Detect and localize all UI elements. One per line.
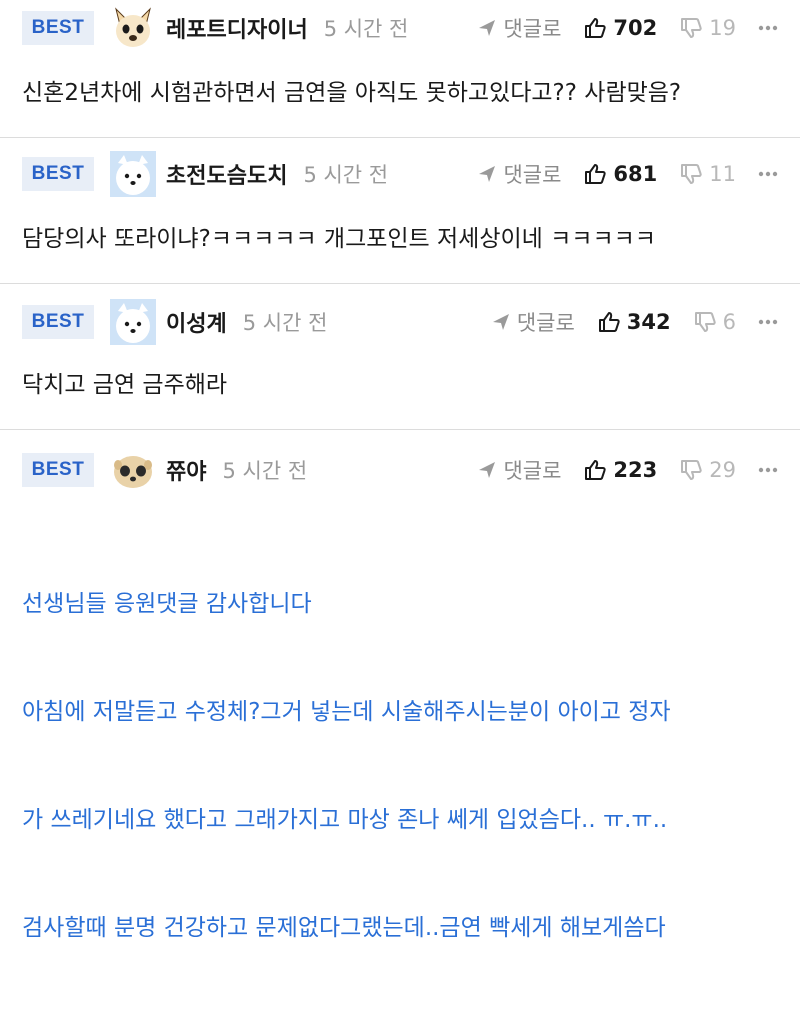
like-count: 342 xyxy=(626,310,671,334)
dislike-count: 6 xyxy=(722,310,736,334)
timestamp: 5 시간 전 xyxy=(303,163,389,187)
like-button[interactable]: 702 xyxy=(583,16,657,40)
comment-line: 아침에 저말듣고 수정체?그거 넣는데 시술해주시는분이 아이고 정자 xyxy=(22,699,671,725)
more-dots-icon xyxy=(758,467,778,473)
dislike-count: 11 xyxy=(709,162,736,186)
more-options-button[interactable] xyxy=(758,467,778,473)
author-name[interactable]: 이성계 xyxy=(166,306,227,338)
more-options-button[interactable] xyxy=(758,171,778,177)
comment-text: 담당의사 또라이냐?ㅋㅋㅋㅋㅋ 개그포인트 저세상이네 ㅋㅋㅋㅋㅋ xyxy=(22,226,656,252)
best-badge: BEST xyxy=(22,305,94,339)
best-badge: BEST xyxy=(22,157,94,191)
comment-text: 선생님들 응원댓글 감사합니다 아침에 저말듣고 수정체?그거 넣는데 시술해주… xyxy=(22,514,782,1018)
author-name[interactable]: 초전도슴도치 xyxy=(166,158,287,190)
dislike-button[interactable]: 19 xyxy=(679,16,736,40)
dislike-count: 19 xyxy=(709,16,736,40)
dislike-button[interactable]: 6 xyxy=(693,310,736,334)
more-dots-icon xyxy=(758,171,778,177)
dislike-button[interactable]: 11 xyxy=(679,162,736,186)
comment-item: BEST 초전도슴도치 5 시간 전 댓글로 681 11 담당의사 또라이냐?… xyxy=(0,138,800,284)
share-arrow-icon xyxy=(479,20,496,36)
share-arrow-icon xyxy=(479,166,496,182)
share-arrow-icon xyxy=(479,462,496,478)
thumbs-up-icon xyxy=(585,18,607,38)
more-dots-icon xyxy=(758,319,778,325)
cat-face-icon[interactable] xyxy=(110,5,156,51)
dislike-count: 29 xyxy=(709,458,736,482)
more-options-button[interactable] xyxy=(758,25,778,31)
reply-label: 댓글로 xyxy=(503,17,562,41)
comment-header: BEST 초전도슴도치 5 시간 전 댓글로 681 11 xyxy=(22,151,778,197)
comment-header: BEST 쮸야 5 시간 전 댓글로 223 29 xyxy=(22,448,778,492)
comment-header: BEST 레포트디자이너 5 시간 전 댓글로 702 19 xyxy=(22,6,778,50)
reply-button[interactable]: 댓글로 xyxy=(477,159,561,189)
thumbs-down-icon xyxy=(681,460,702,480)
like-button[interactable]: 223 xyxy=(583,458,657,482)
reply-label: 댓글로 xyxy=(503,459,562,483)
like-button[interactable]: 681 xyxy=(583,162,657,186)
like-count: 223 xyxy=(613,458,658,482)
dislike-button[interactable]: 29 xyxy=(679,458,736,482)
thumbs-down-icon xyxy=(681,164,702,184)
timestamp: 5 시간 전 xyxy=(242,311,328,335)
author-name[interactable]: 쮸야 xyxy=(166,454,206,486)
thumbs-down-icon xyxy=(694,312,716,332)
comment-header: BEST 이성계 5 시간 전 댓글로 342 6 xyxy=(22,299,778,345)
comment-text: 닥치고 금연 금주해라 xyxy=(22,372,228,398)
timestamp: 5 시간 전 xyxy=(323,17,409,41)
best-badge: BEST xyxy=(22,453,94,487)
thumbs-up-icon xyxy=(585,460,607,480)
comment-line: 검사할때 분명 건강하고 문제없다그랬는데..금연 빡세게 해보게씀다 xyxy=(22,915,666,941)
thumbs-up-icon xyxy=(598,312,620,332)
more-options-button[interactable] xyxy=(758,319,778,325)
comment-text: 신혼2년차에 시험관하면서 금연을 아직도 못하고있다고?? 사람맞음? xyxy=(22,80,682,106)
thumbs-up-icon xyxy=(585,164,607,184)
meerkat-face-icon[interactable] xyxy=(110,447,156,493)
like-count: 702 xyxy=(613,16,658,40)
comment-item: BEST 레포트디자이너 5 시간 전 댓글로 702 19 신혼2년차에 시험… xyxy=(0,0,800,138)
white-dog-icon[interactable] xyxy=(110,299,156,345)
reply-button[interactable]: 댓글로 xyxy=(491,307,575,337)
reply-button[interactable]: 댓글로 xyxy=(477,455,561,485)
share-arrow-icon xyxy=(492,314,509,330)
author-name[interactable]: 레포트디자이너 xyxy=(166,12,308,44)
comment-item: BEST 쮸야 5 시간 전 댓글로 223 29 선생님들 응원댓글 감사합니… xyxy=(0,430,800,941)
timestamp: 5 시간 전 xyxy=(222,459,308,483)
reply-label: 댓글로 xyxy=(516,311,575,335)
best-badge: BEST xyxy=(22,11,94,45)
comment-item: BEST 이성계 5 시간 전 댓글로 342 6 닥치고 금연 금주해라 xyxy=(0,284,800,430)
reply-label: 댓글로 xyxy=(503,163,562,187)
thumbs-down-icon xyxy=(681,18,702,38)
like-button[interactable]: 342 xyxy=(597,310,671,334)
more-dots-icon xyxy=(758,25,778,31)
white-dog-icon[interactable] xyxy=(110,151,156,197)
comment-line: 가 쓰레기네요 했다고 그래가지고 마상 존나 쎄게 입었슴다.. ㅠ.ㅠ.. xyxy=(22,807,668,833)
comment-line: 선생님들 응원댓글 감사합니다 xyxy=(22,591,312,617)
like-count: 681 xyxy=(613,162,658,186)
reply-button[interactable]: 댓글로 xyxy=(477,13,561,43)
